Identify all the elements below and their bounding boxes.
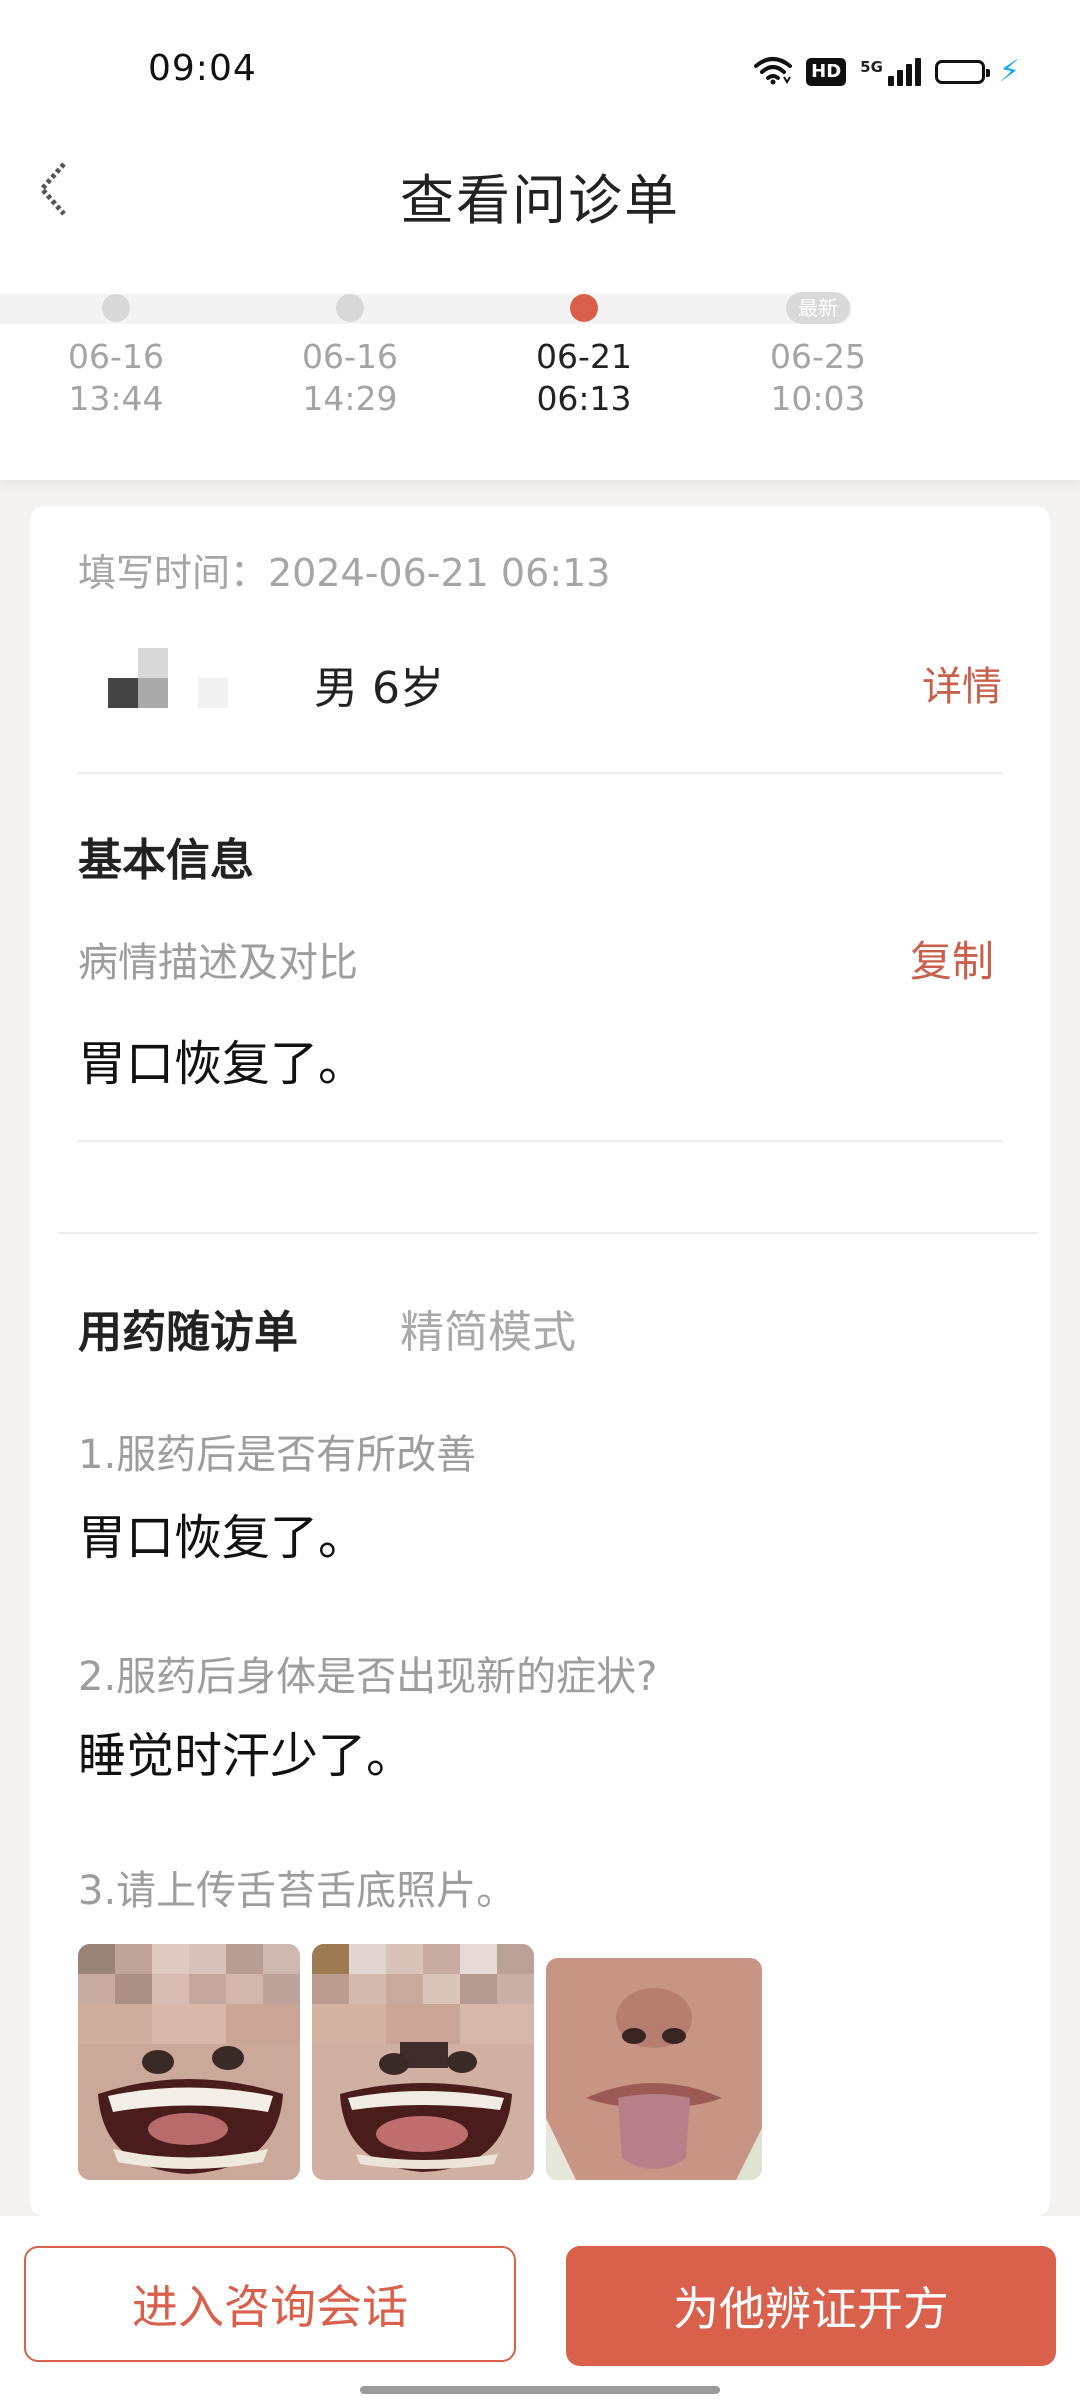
home-indicator[interactable] — [360, 2386, 720, 2394]
tongue-photo-3[interactable] — [546, 1958, 762, 2180]
record-card: 填写时间：2024-06-21 06:13 男 6岁 详情 基本信息 病情描述及… — [30, 506, 1050, 2216]
timeline-item-newest[interactable]: 最新 06-25 10:03 — [738, 290, 898, 420]
basic-info-title: 基本信息 — [78, 835, 254, 886]
divider — [78, 1140, 1002, 1142]
patient-name-redacted — [108, 648, 238, 708]
status-time: 09:04 — [148, 48, 257, 89]
timeline-item-current[interactable]: 06-21 06:13 — [504, 290, 664, 420]
tongue-photo-2[interactable] — [312, 1944, 534, 2180]
timeline-date: 06-16 — [68, 337, 164, 376]
question-3: 3.请上传舌苔舌底照片。 — [78, 1868, 517, 1914]
copy-button[interactable]: 复制 — [910, 928, 994, 989]
timeline-dot — [102, 294, 130, 322]
charging-icon: ⚡ — [998, 54, 1020, 89]
fill-time: 填写时间：2024-06-21 06:13 — [78, 551, 611, 595]
timeline-item[interactable]: 06-16 13:44 — [36, 290, 196, 420]
5g-signal-icon: 5G — [860, 58, 921, 86]
page-title: 查看问诊单 — [400, 169, 680, 232]
timeline-dot-active — [570, 294, 598, 322]
timeline-time: 14:29 — [302, 379, 398, 418]
simple-mode-toggle[interactable]: 精简模式 — [400, 1296, 576, 1360]
enter-consult-button[interactable]: 进入咨询会话 — [24, 2246, 516, 2362]
battery-icon — [934, 60, 990, 84]
newest-badge: 最新 — [786, 292, 850, 324]
patient-row: 男 6岁 详情 — [78, 632, 1002, 728]
timeline-date: 06-21 — [536, 337, 632, 376]
bottom-action-bar: 进入咨询会话 为他辨证开方 — [0, 2216, 1080, 2400]
detail-link[interactable]: 详情 — [922, 654, 1002, 712]
top-area: 09:04 HD 5G ⚡ 查看问诊单 06-16 13:44 06-16 14… — [0, 0, 1080, 480]
condition-label: 病情描述及对比 — [78, 940, 358, 986]
prescribe-button[interactable]: 为他辨证开方 — [566, 2246, 1056, 2366]
tongue-photo-1[interactable] — [78, 1944, 300, 2180]
timeline-date: 06-16 — [302, 337, 398, 376]
question-1: 1.服药后是否有所改善 — [78, 1432, 477, 1478]
divider — [78, 772, 1002, 774]
status-icons: HD 5G ⚡ — [754, 52, 1020, 92]
timeline-time: 06:13 — [536, 379, 632, 418]
followup-title: 用药随访单 — [78, 1307, 298, 1358]
timeline-item[interactable]: 06-16 14:29 — [270, 290, 430, 420]
network-label: 5G — [860, 58, 883, 76]
question-2: 2.服药后身体是否出现新的症状? — [78, 1654, 658, 1700]
timeline-time: 10:03 — [770, 379, 866, 418]
timeline-dot — [336, 294, 364, 322]
wifi-icon — [754, 55, 793, 89]
patient-gender-age: 男 6岁 — [314, 663, 444, 714]
answer-1: 胃口恢复了。 — [78, 1510, 367, 1566]
condition-value: 胃口恢复了。 — [78, 1036, 367, 1092]
section-divider — [58, 1232, 1038, 1234]
answer-2: 睡觉时汗少了。 — [78, 1728, 415, 1784]
hd-icon: HD — [806, 58, 847, 86]
tongue-photos — [78, 1944, 778, 2184]
timeline-time: 13:44 — [68, 379, 164, 418]
timeline-date: 06-25 — [770, 337, 866, 376]
